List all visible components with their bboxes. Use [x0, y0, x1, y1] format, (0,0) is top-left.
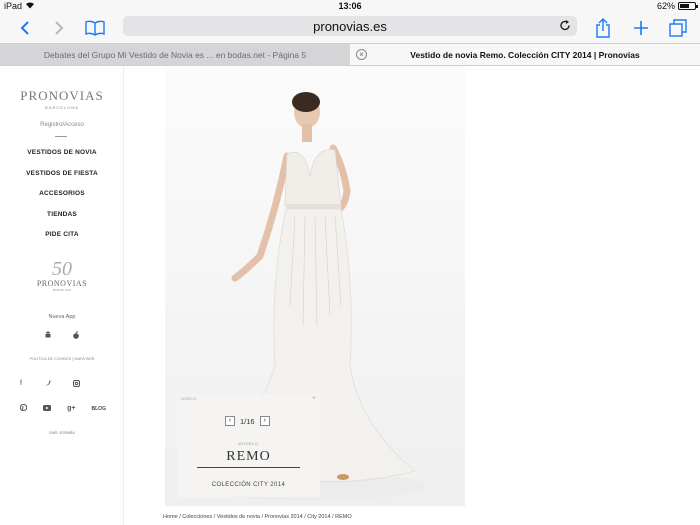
bookmarks-button[interactable]	[82, 16, 108, 40]
breadcrumb[interactable]: Home / Colecciones / Vestidos de novia /…	[163, 514, 352, 520]
book-icon	[85, 20, 105, 36]
google-plus-icon[interactable]: g+	[67, 405, 75, 412]
logo-word: PRONOVIAS	[20, 88, 104, 103]
plus-icon	[634, 21, 648, 35]
anniversary-brand: PRONOVIAS	[36, 279, 88, 288]
name-divider	[197, 467, 300, 468]
collection-link[interactable]: COLECCIÓN CITY 2014	[177, 482, 320, 488]
status-right: 62%	[656, 1, 698, 11]
model-label: MODELO	[238, 441, 259, 446]
register-link[interactable]: Registro/Acceso	[0, 122, 124, 128]
chevron-right-icon	[55, 21, 64, 35]
twitter-icon[interactable]	[43, 380, 51, 389]
pager-count: 1/16	[240, 416, 255, 426]
divider	[55, 136, 67, 137]
social-row-2: g+ BLOG	[19, 403, 106, 413]
android-icon[interactable]	[44, 331, 52, 341]
status-bar: iPad 13:06 62%	[0, 0, 700, 13]
app-icons	[44, 331, 80, 341]
tabs-icon	[669, 19, 687, 37]
tab-bodas[interactable]: Debates del Grupo Mi Vestido de Novia es…	[0, 44, 350, 65]
product-name: REMO	[226, 449, 271, 464]
anniversary-number: 50	[52, 258, 72, 280]
logo-sub: BARCELONA	[45, 105, 79, 110]
pronovias-logo[interactable]: PRONOVIAS BARCELONA	[0, 88, 124, 110]
policy-links[interactable]: POLÍTICA DE COOKIES | MAPA WEB	[0, 357, 124, 361]
clock: 13:06	[338, 1, 362, 11]
anniversary-logo: 50 PRONOVIAS BARCELONA	[0, 259, 124, 292]
tab-pronovias[interactable]: × Vestido de novia Remo. Colección CITY …	[350, 44, 700, 65]
menu-item-pide-cita[interactable]: PIDE CITA	[0, 230, 124, 251]
forward-button[interactable]	[46, 16, 72, 40]
chevron-left-icon	[20, 21, 29, 35]
blog-link[interactable]: BLOG	[92, 406, 106, 412]
menu-item-tiendas[interactable]: TIENDAS	[0, 210, 124, 231]
reload-icon[interactable]	[559, 19, 571, 35]
youtube-icon[interactable]	[43, 404, 52, 413]
corner-label: MODELO	[181, 397, 197, 401]
social-row-1: f	[20, 380, 80, 389]
address-text: pronovias.es	[313, 18, 387, 34]
new-app-label: Nueva App	[48, 314, 76, 320]
pinterest-icon[interactable]	[19, 403, 28, 413]
menu-item-accesorios[interactable]: ACCESORIOS	[0, 189, 124, 210]
instagram-icon[interactable]	[72, 380, 80, 389]
product-info-panel: MODELO + ‹ 1/16 › MODELO REMO COLECCIÓN …	[177, 394, 320, 497]
main-menu: VESTIDOS DE NOVIA VESTIDOS DE FIESTA ACC…	[0, 148, 124, 251]
pager-next-button[interactable]: ›	[259, 416, 270, 426]
share-button[interactable]	[590, 16, 616, 40]
share-icon	[596, 18, 610, 38]
anniversary-sub: BARCELONA	[52, 288, 72, 292]
address-bar[interactable]: pronovias.es	[123, 16, 577, 36]
image-pager: ‹ 1/16 ›	[225, 416, 270, 426]
new-tab-button[interactable]	[628, 16, 654, 40]
back-button[interactable]	[12, 16, 38, 40]
tab-title: Vestido de novia Remo. Colección CITY 20…	[410, 49, 640, 60]
web-content: PRONOVIAS BARCELONA Registro/Acceso VEST…	[0, 66, 700, 525]
country-selector[interactable]: PAÍS: ESPAÑA	[0, 431, 124, 435]
expand-icon[interactable]: +	[312, 395, 316, 402]
sidebar: PRONOVIAS BARCELONA Registro/Acceso VEST…	[0, 66, 124, 525]
facebook-icon[interactable]: f	[20, 380, 22, 389]
close-icon[interactable]: ×	[356, 49, 367, 60]
battery-icon	[678, 2, 698, 10]
browser-toolbar: pronovias.es	[0, 13, 700, 43]
menu-item-vestidos-novia[interactable]: VESTIDOS DE NOVIA	[0, 148, 124, 169]
menu-item-vestidos-fiesta[interactable]: VESTIDOS DE FIESTA	[0, 169, 124, 190]
tab-title: Debates del Grupo Mi Vestido de Novia es…	[43, 49, 307, 60]
apple-icon[interactable]	[72, 331, 80, 341]
pager-prev-button[interactable]: ‹	[225, 416, 235, 426]
battery-percent: 62%	[656, 1, 675, 11]
product-stage: MODELO + ‹ 1/16 › MODELO REMO COLECCIÓN …	[125, 66, 700, 525]
tab-bar: Debates del Grupo Mi Vestido de Novia es…	[0, 43, 700, 66]
tabs-button[interactable]	[665, 16, 691, 40]
